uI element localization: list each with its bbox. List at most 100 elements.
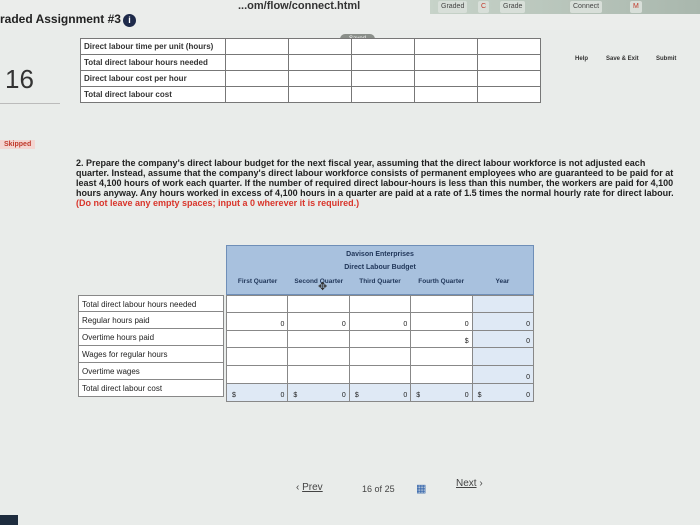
input-cell[interactable] <box>351 38 415 55</box>
row-label: Total direct labour hours needed <box>80 54 226 71</box>
computed-cell: $0 <box>288 383 350 402</box>
row-label: Direct labour cost per hour <box>80 70 226 87</box>
input-cell[interactable] <box>477 86 541 103</box>
row-label: Wages for regular hours <box>78 346 224 363</box>
computed-cell: 0 <box>472 330 535 349</box>
browser-tab[interactable]: Graded <box>438 1 468 13</box>
grid-icon[interactable]: ▦ <box>416 482 426 495</box>
row-label: Regular hours paid <box>78 312 224 329</box>
input-cell[interactable] <box>411 348 473 367</box>
input-cell[interactable] <box>351 54 415 71</box>
browser-tab[interactable]: Grade <box>500 1 526 13</box>
input-cell[interactable] <box>288 366 350 384</box>
input-cell[interactable] <box>288 70 352 87</box>
taskbar-fragment <box>0 515 18 525</box>
col-header: Fourth Quarter <box>418 278 465 285</box>
input-cell[interactable] <box>226 348 289 367</box>
input-cell[interactable]: 0 <box>288 312 350 331</box>
skipped-badge: Skipped <box>0 140 36 149</box>
input-cell[interactable]: 0 <box>226 312 289 331</box>
browser-tab[interactable]: M <box>630 1 642 13</box>
input-cell[interactable] <box>226 330 289 349</box>
prompt-text: Prepare the company's direct labour budg… <box>76 158 674 198</box>
input-cell[interactable] <box>288 86 352 103</box>
input-cell[interactable] <box>477 54 541 71</box>
row-label: Direct labour time per unit (hours) <box>80 38 226 55</box>
col-header: Year <box>495 278 510 285</box>
input-cell[interactable] <box>226 295 289 313</box>
row-label: Total direct labour hours needed <box>78 295 224 312</box>
col-header: First Quarter <box>237 278 278 285</box>
input-cell[interactable] <box>349 330 412 349</box>
input-cell[interactable] <box>414 70 478 87</box>
table-row: $0 $0 $0 $0 $0 <box>226 383 535 402</box>
input-cell[interactable] <box>288 54 352 71</box>
input-cell[interactable] <box>349 348 412 367</box>
col-header: Third Quarter <box>359 278 401 285</box>
input-cell[interactable] <box>226 366 289 384</box>
row-label: Total direct labour cost <box>78 380 224 397</box>
input-cell[interactable] <box>225 38 289 55</box>
browser-tab[interactable]: Connect <box>570 1 603 13</box>
table-row <box>226 295 535 313</box>
input-cell[interactable] <box>349 295 412 313</box>
input-cell[interactable] <box>288 38 352 55</box>
table-row <box>226 348 535 367</box>
submit-button[interactable]: Submit <box>656 56 676 62</box>
input-cell[interactable] <box>351 86 415 103</box>
input-cell[interactable] <box>349 366 412 384</box>
next-button[interactable]: Next › <box>456 478 483 489</box>
computed-cell <box>472 348 535 367</box>
info-icon[interactable]: i <box>123 14 136 27</box>
divider <box>0 103 60 104</box>
row-label: Total direct labour cost <box>80 86 226 103</box>
url-text[interactable]: ...om/flow/connect.html <box>238 0 360 12</box>
chevron-right-icon: › <box>479 478 483 489</box>
input-cell[interactable]: $ <box>411 330 473 349</box>
table-row: $ 0 <box>226 330 535 349</box>
page-indicator: 16 of 25 <box>362 484 395 494</box>
computed-cell: $0 <box>411 383 473 402</box>
input-cell[interactable] <box>414 54 478 71</box>
row-label: Overtime wages <box>78 363 224 380</box>
input-cell[interactable] <box>288 295 350 313</box>
input-cell[interactable] <box>477 38 541 55</box>
input-cell[interactable]: 0 <box>349 312 412 331</box>
input-cell[interactable] <box>225 70 289 87</box>
budget-title: Direct Labour Budget <box>344 264 416 271</box>
labour-table-part1: Direct labour time per unit (hours) Tota… <box>80 38 541 103</box>
input-cell[interactable]: 0 <box>411 312 473 331</box>
input-cell[interactable] <box>288 330 350 349</box>
save-exit-button[interactable]: Save & Exit <box>606 56 639 62</box>
chevron-left-icon: ‹ <box>296 482 300 493</box>
question-number: 16 <box>5 64 34 94</box>
input-cell[interactable] <box>288 348 350 367</box>
next-label: Next <box>456 478 477 489</box>
prev-button[interactable]: ‹ Prev <box>296 482 323 493</box>
computed-cell <box>472 295 535 313</box>
mouse-cursor-icon: ✥ <box>318 281 328 293</box>
input-cell[interactable] <box>414 86 478 103</box>
prev-label: Prev <box>302 482 323 493</box>
input-cell[interactable] <box>351 70 415 87</box>
prompt-requirement: (Do not leave any empty spaces; input a … <box>76 198 360 208</box>
table-row: 0 0 0 0 0 <box>226 312 535 331</box>
computed-cell: $0 <box>472 383 535 402</box>
company-name: Davison Enterprises <box>346 251 414 258</box>
prompt-number: 2. <box>76 158 84 168</box>
browser-tabs: Graded C Grade Connect M <box>430 0 700 14</box>
budget-grid: 0 0 0 0 0 $ 0 0 $0 $0 $0 $0 $0 <box>226 295 535 402</box>
input-cell[interactable] <box>225 86 289 103</box>
input-cell[interactable] <box>414 38 478 55</box>
input-cell[interactable] <box>477 70 541 87</box>
help-button[interactable]: Help <box>575 56 588 62</box>
input-cell[interactable] <box>225 54 289 71</box>
computed-cell: 0 <box>472 366 535 384</box>
table-row: 0 <box>226 366 535 384</box>
input-cell[interactable] <box>411 366 473 384</box>
question-prompt: 2. Prepare the company's direct labour b… <box>76 158 676 208</box>
budget-header: Davison Enterprises Direct Labour Budget… <box>226 245 534 295</box>
input-cell[interactable] <box>411 295 473 313</box>
browser-tab[interactable]: C <box>478 1 490 13</box>
computed-cell: $0 <box>349 383 412 402</box>
